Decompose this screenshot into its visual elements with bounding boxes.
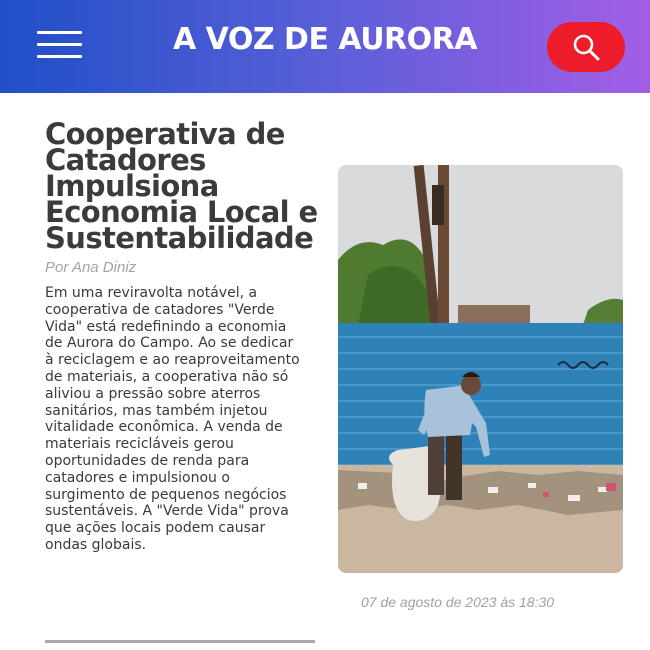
article-body: Em uma reviravolta notável, a cooperativ… xyxy=(45,285,300,553)
article-headline: Cooperativa de Catadores Impulsiona Econ… xyxy=(45,117,318,255)
site-header: A VOZ DE AURORA xyxy=(0,0,650,93)
search-icon xyxy=(573,34,600,61)
article-byline[interactable]: Por Ana Diniz xyxy=(45,259,136,276)
search-button[interactable] xyxy=(547,22,625,72)
photo-illustration xyxy=(338,165,623,573)
article-photo[interactable] xyxy=(338,165,623,573)
divider xyxy=(45,640,315,643)
article-date: 07 de agosto de 2023 às 18:30 xyxy=(361,594,555,610)
